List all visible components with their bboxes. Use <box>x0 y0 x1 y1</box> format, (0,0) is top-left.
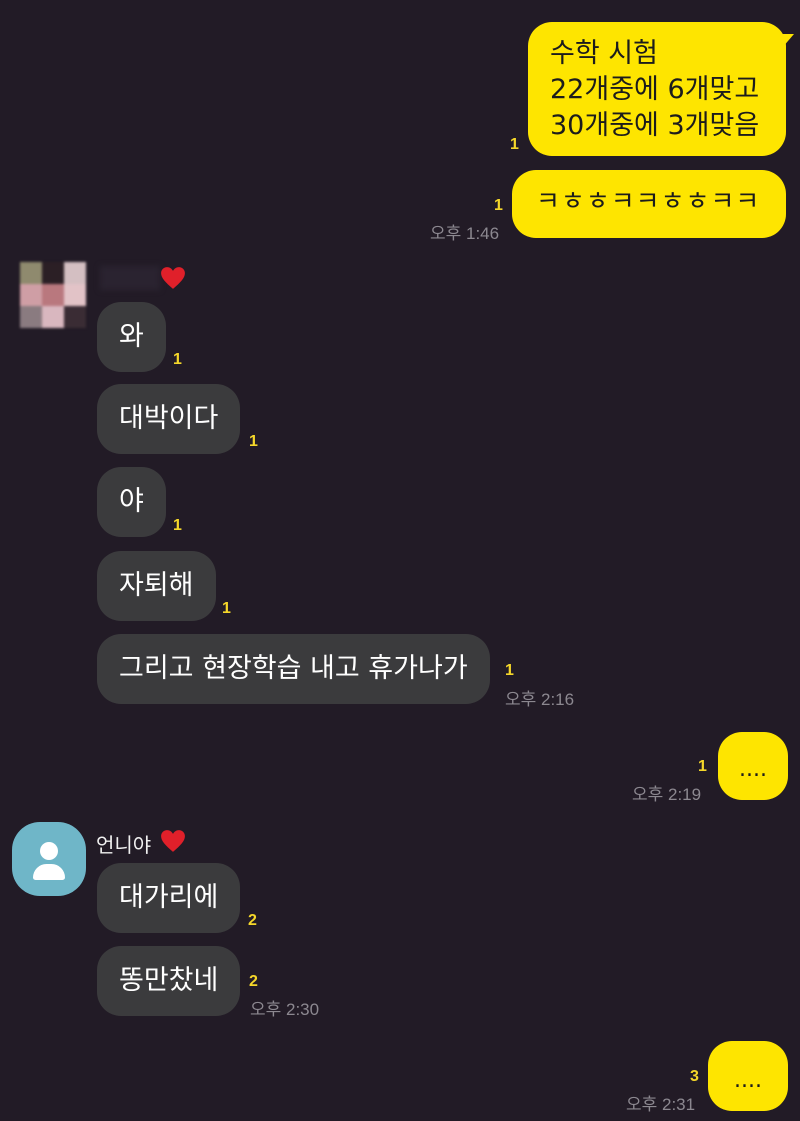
message-time: 오후 2:31 <box>626 1095 696 1114</box>
unread-count: 1 <box>494 197 503 214</box>
message-time: 오후 2:30 <box>250 1000 320 1019</box>
received-message-bubble[interactable]: 와 <box>97 302 166 372</box>
message-text: 자퇴해 <box>119 570 194 601</box>
unread-count: 1 <box>505 662 514 679</box>
unread-count: 1 <box>249 433 258 450</box>
unread-count: 2 <box>249 973 258 990</box>
unread-count: 3 <box>690 1068 699 1085</box>
message-line: 30개중에 3개맞음 <box>550 110 760 141</box>
avatar-body-shape <box>33 864 65 880</box>
message-time: 오후 2:19 <box>632 785 702 804</box>
message-text: 대박이다 <box>119 403 219 434</box>
sender-name: 언니야 <box>96 833 152 857</box>
message-text: 대가리에 <box>119 882 219 913</box>
message-line: 22개중에 6개맞고 <box>550 74 760 105</box>
unread-count: 2 <box>248 912 257 929</box>
message-text: .... <box>739 757 767 782</box>
default-profile-icon[interactable] <box>12 822 86 896</box>
blurred-avatar[interactable] <box>20 262 86 328</box>
unread-count: 1 <box>173 517 182 534</box>
received-message-bubble[interactable]: 대가리에 <box>97 863 241 933</box>
message-time: 오후 2:16 <box>505 690 575 709</box>
my-message-bubble[interactable]: 수학 시험 22개중에 6개맞고 30개중에 3개맞음 <box>528 22 786 156</box>
received-message-bubble[interactable]: 자퇴해 <box>97 551 216 621</box>
avatar-head-shape <box>40 842 58 860</box>
unread-count: 1 <box>510 136 519 153</box>
received-message-bubble[interactable]: 그리고 현장학습 내고 휴가나가 <box>97 634 490 704</box>
unread-count: 1 <box>173 351 182 368</box>
unread-count: 1 <box>222 600 231 617</box>
received-message-bubble[interactable]: 대박이다 <box>97 384 241 454</box>
my-message-bubble[interactable]: ㅋㅎㅎㅋㅋㅎㅎㅋㅋ <box>512 170 786 238</box>
heart-icon <box>161 830 185 852</box>
bubble-tail <box>782 34 794 48</box>
message-text: .... <box>734 1068 762 1093</box>
blurred-sender-name <box>100 266 160 290</box>
message-text: 야 <box>119 486 144 517</box>
message-text: 그리고 현장학습 내고 휴가나가 <box>119 653 468 684</box>
message-text: 와 <box>119 321 144 352</box>
received-message-bubble[interactable]: 야 <box>97 467 166 537</box>
message-text: 똥만찼네 <box>119 965 219 996</box>
message-line: 수학 시험 <box>550 38 658 69</box>
my-message-bubble[interactable]: .... <box>708 1041 788 1111</box>
unread-count: 1 <box>698 758 707 775</box>
message-time: 오후 1:46 <box>430 224 500 243</box>
received-message-bubble[interactable]: 똥만찼네 <box>97 946 241 1016</box>
message-text: ㅋㅎㅎㅋㅋㅎㅎㅋㅋ <box>536 187 761 217</box>
heart-icon <box>161 267 185 289</box>
my-message-bubble[interactable]: .... <box>718 732 788 800</box>
